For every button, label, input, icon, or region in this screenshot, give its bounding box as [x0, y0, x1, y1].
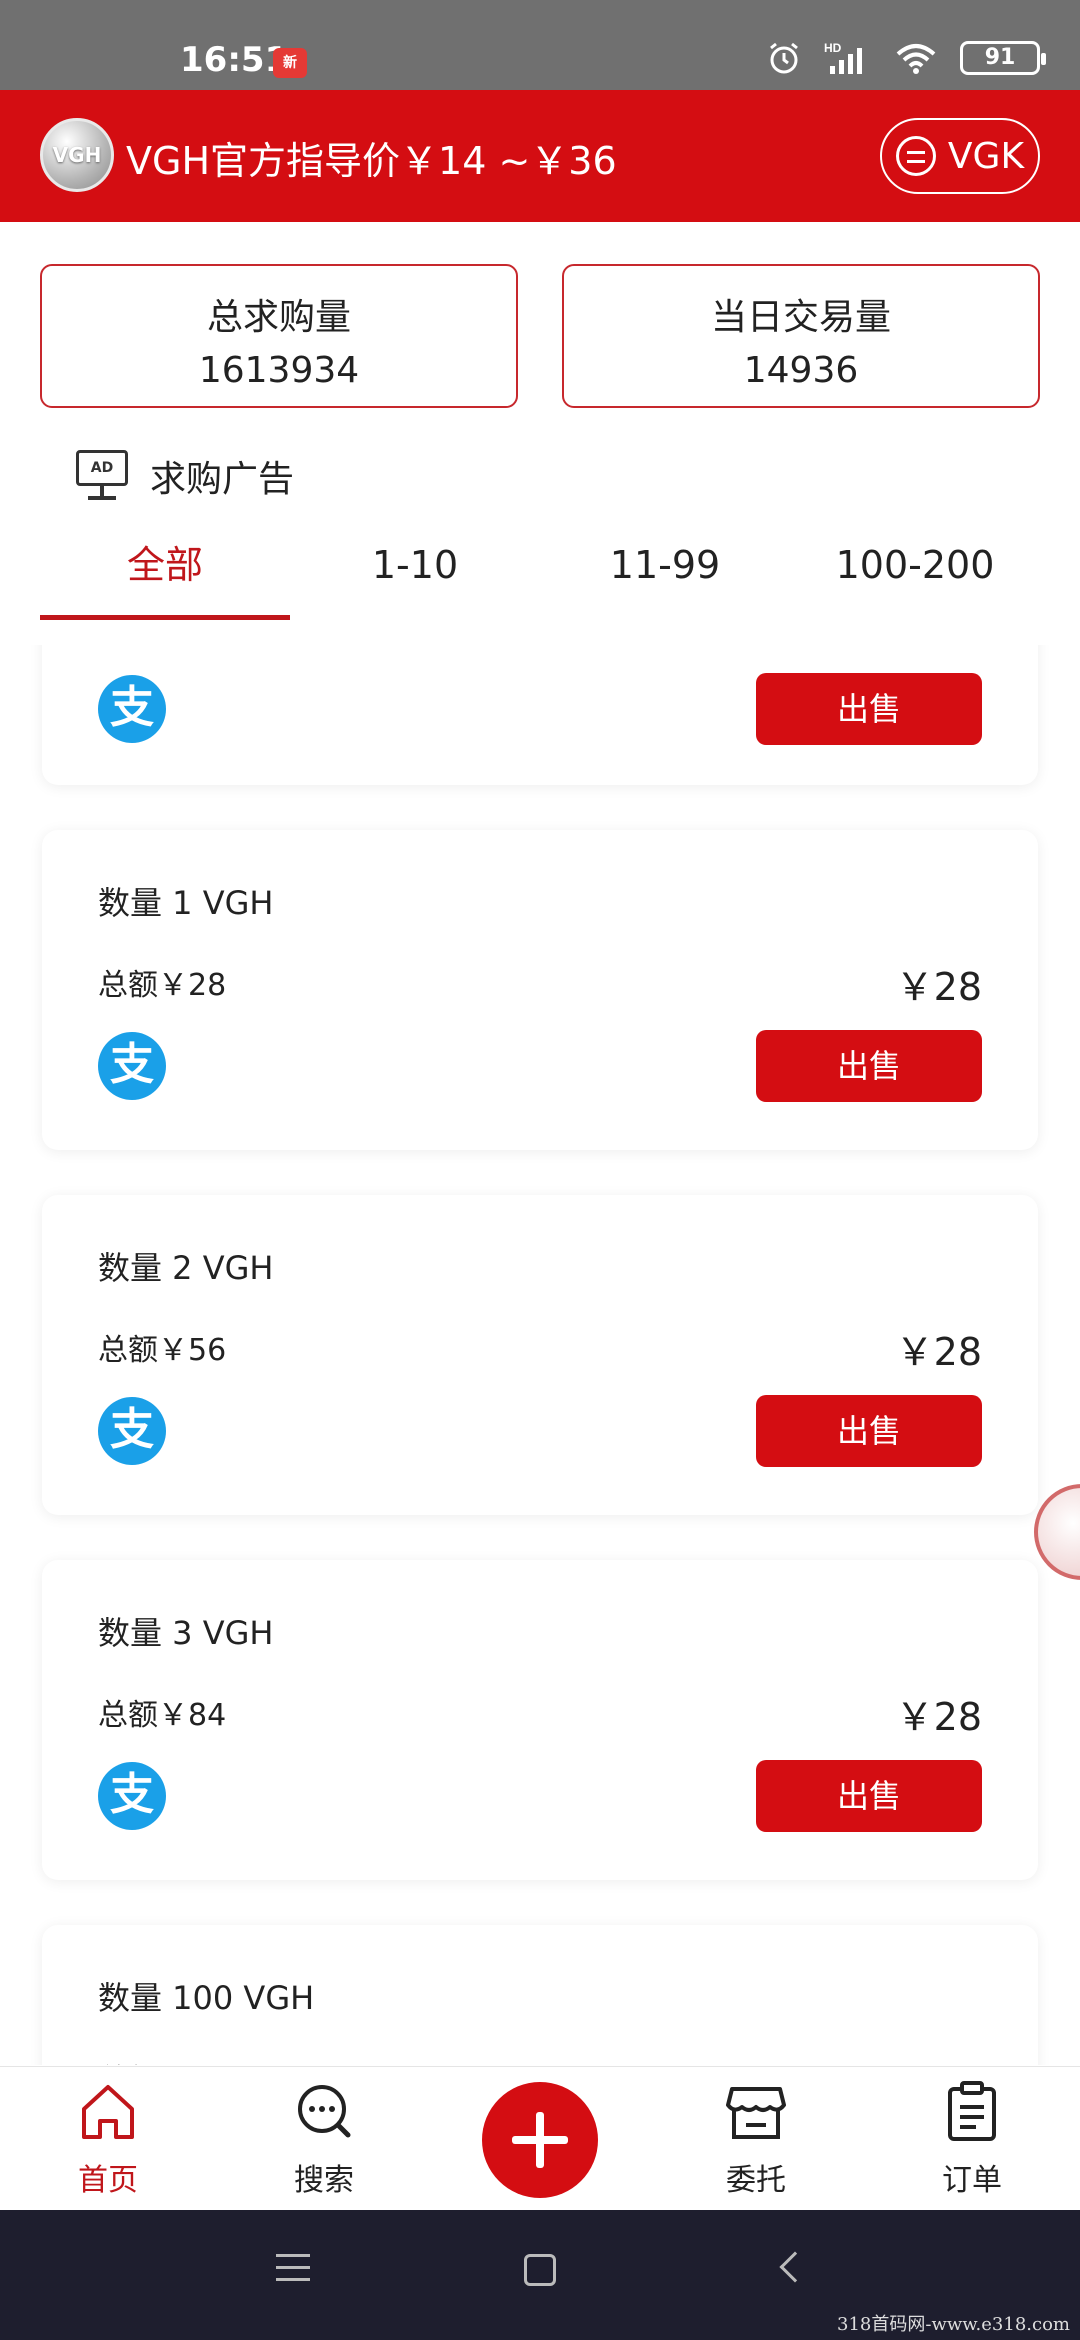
- listing-quantity: 数量 3 VGH: [98, 1614, 274, 1652]
- nav-search[interactable]: 搜索: [216, 2067, 432, 2210]
- status-bar: 16:51 新 HD 91: [0, 0, 1080, 90]
- tab-1-10[interactable]: 1-10: [290, 530, 540, 620]
- tab-11-99[interactable]: 11-99: [540, 530, 790, 620]
- nav-search-label: 搜索: [294, 2163, 354, 2198]
- sell-button[interactable]: 出售: [756, 1760, 982, 1832]
- list-item: 数量 3 VGH 总额￥84 ￥28 支 出售: [42, 1560, 1038, 1880]
- quantity-tabs: 全部 1-10 11-99 100-200: [40, 530, 1040, 620]
- nav-home[interactable]: 首页: [0, 2067, 216, 2210]
- total-purchase-value: 1613934: [198, 350, 360, 391]
- sell-button[interactable]: 出售: [756, 1030, 982, 1102]
- listing-total: 总额￥28: [98, 968, 227, 1003]
- status-icons: HD 91: [766, 40, 1046, 76]
- section-header: AD 求购广告: [76, 450, 294, 502]
- wifi-icon: [896, 44, 936, 74]
- listing-quantity: 数量 1 VGH: [98, 884, 274, 922]
- tab-all[interactable]: 全部: [40, 530, 290, 620]
- listing-quantity: 数量 2 VGH: [98, 1249, 274, 1287]
- notification-badge-icon: 新: [273, 48, 307, 78]
- app-header: VGH VGH官方指导价￥14 ~￥36 VGK: [0, 90, 1080, 222]
- back-icon[interactable]: [779, 2251, 811, 2283]
- header-title: VGH官方指导价￥14 ~￥36: [126, 139, 617, 183]
- list-item: 数量 1 VGH 总额￥28 ￥28 支 出售: [42, 830, 1038, 1150]
- alipay-icon: 支: [98, 1762, 166, 1830]
- search-chat-icon: [298, 2085, 351, 2138]
- menu-icon[interactable]: [276, 2254, 310, 2284]
- section-title: 求购广告: [150, 459, 295, 500]
- listing-total: 总额￥2800: [98, 2055, 264, 2065]
- alipay-icon: 支: [98, 1032, 166, 1100]
- status-time: 16:51: [180, 40, 289, 80]
- nav-orders[interactable]: 订单: [864, 2067, 1080, 2210]
- svg-text:HD: HD: [824, 41, 842, 55]
- watermark: 318首码网-www.e318.com: [837, 2314, 1070, 2335]
- list-item: 支 出售: [42, 645, 1038, 785]
- daily-volume-value: 14936: [743, 350, 859, 391]
- store-icon: [726, 2087, 786, 2139]
- exchange-icon: [895, 136, 936, 176]
- tab-100-200[interactable]: 100-200: [790, 530, 1040, 620]
- listing-price: ￥28: [895, 1330, 982, 1374]
- signal-icon: HD: [824, 41, 862, 74]
- add-button[interactable]: [482, 2082, 598, 2198]
- sell-button[interactable]: 出售: [756, 673, 982, 745]
- listing-list[interactable]: 支 出售 数量 1 VGH 总额￥28 ￥28 支 出售 数量 2 VGH 总额…: [0, 645, 1080, 2065]
- listing-total: 总额￥84: [98, 1698, 227, 1733]
- total-purchase-label: 总求购量: [206, 297, 351, 338]
- vgk-label: VGK: [947, 135, 1025, 177]
- listing-total: 总额￥56: [98, 1333, 227, 1368]
- total-purchase-card: 总求购量 1613934: [40, 264, 518, 408]
- nav-orders-label: 订单: [942, 2163, 1002, 2198]
- nav-home-label: 首页: [78, 2163, 138, 2198]
- alipay-icon: 支: [98, 675, 166, 743]
- listing-price: ￥28: [896, 2051, 982, 2065]
- daily-volume-label: 当日交易量: [710, 297, 891, 338]
- list-item: 数量 2 VGH 总额￥56 ￥28 支 出售: [42, 1195, 1038, 1515]
- nav-entrust-label: 委托: [726, 2163, 786, 2198]
- list-item: 数量 100 VGH 总额￥2800 ￥28 支 出售: [42, 1925, 1038, 2065]
- listing-quantity: 数量 100 VGH: [98, 1979, 315, 2017]
- clipboard-icon: [948, 2081, 996, 2141]
- alipay-icon: 支: [98, 1397, 166, 1465]
- home-square-icon[interactable]: [524, 2254, 556, 2286]
- listing-price: ￥28: [895, 1695, 982, 1739]
- daily-volume-card: 当日交易量 14936: [562, 264, 1040, 408]
- system-nav-bar: 318首码网-www.e318.com: [0, 2210, 1080, 2340]
- ad-icon: AD: [76, 450, 128, 502]
- vgh-logo: VGH: [40, 118, 114, 192]
- nav-entrust[interactable]: 委托: [648, 2067, 864, 2210]
- listing-price: ￥28: [895, 965, 982, 1009]
- sell-button[interactable]: 出售: [756, 1395, 982, 1467]
- battery-indicator: 91: [960, 41, 1046, 75]
- home-icon: [82, 2085, 134, 2139]
- vgk-switch-button[interactable]: VGK: [880, 118, 1040, 194]
- alarm-icon: [770, 42, 798, 74]
